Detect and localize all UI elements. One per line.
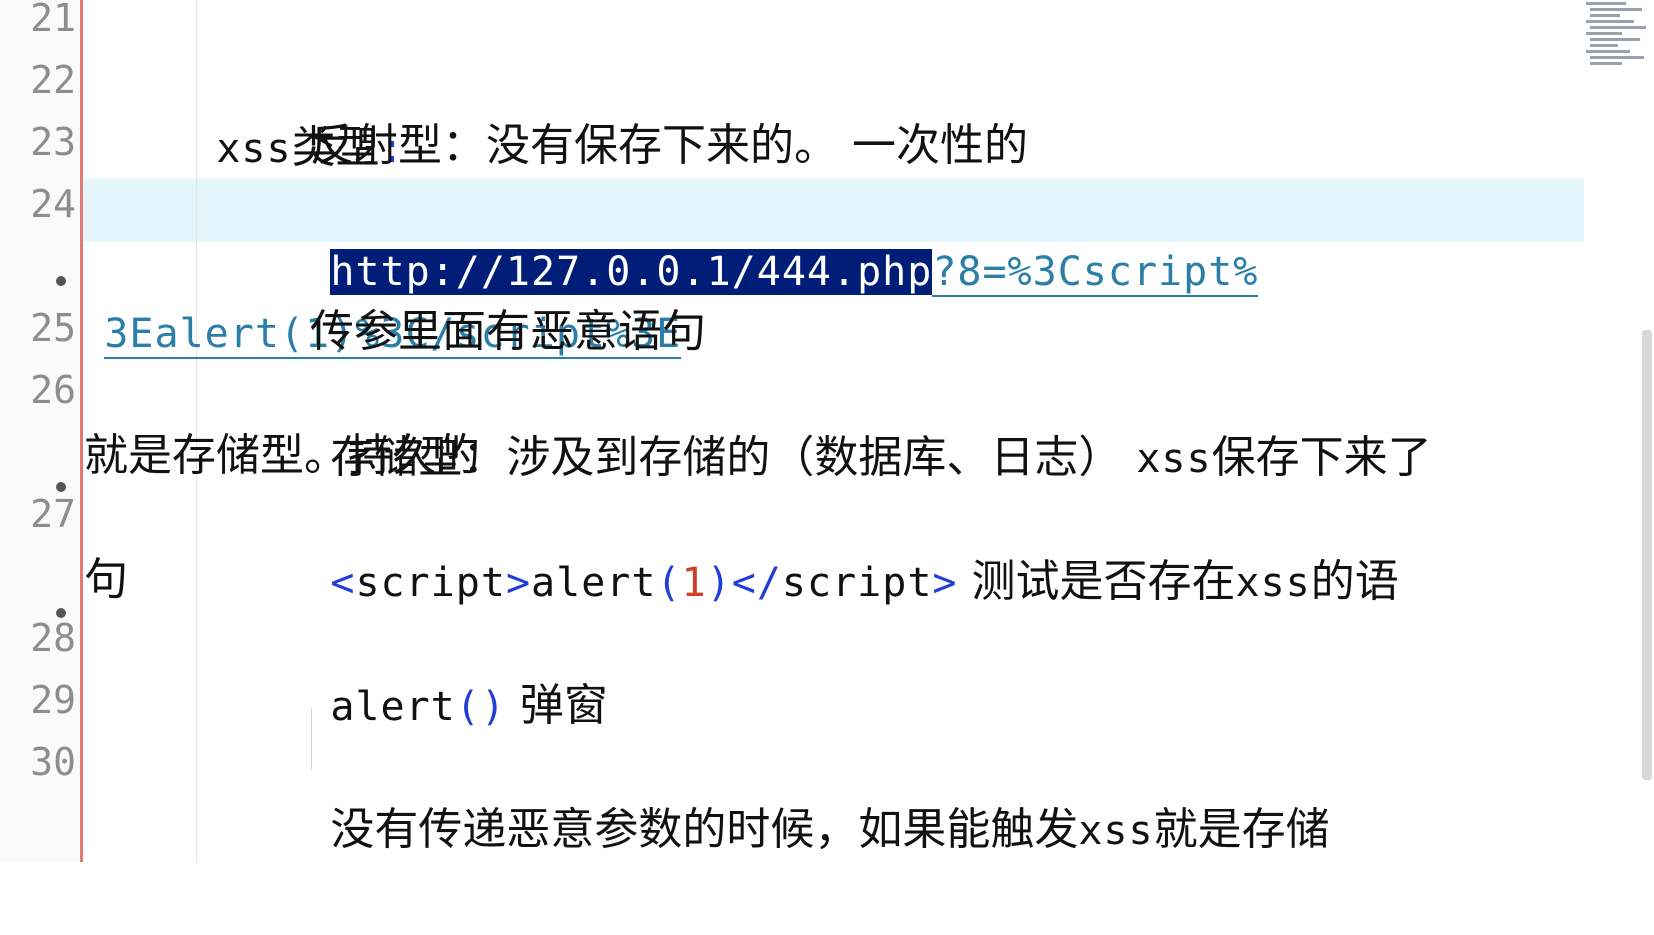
code-line-26-wrap[interactable]: 就是存储型。持久的 [84,424,480,488]
xss-word: xss [1078,808,1154,854]
tag-bracket: < [330,560,356,606]
code-editor[interactable]: 21 22 23 24 25 26 27 28 29 30 xss类型: 反射型… [0,0,1654,862]
gutter-border [80,0,83,862]
minimap-line [1586,20,1634,23]
code-line-27[interactable]: <script>alert(1)</script> 测试是否存在xss的语 [310,486,1398,607]
line-number: 22 [30,58,76,102]
tag-name: script [355,560,506,606]
number-literal: 1 [681,560,707,606]
line-number: 24 [30,182,76,226]
url-query[interactable]: ?8=%3Cscript% [932,249,1259,297]
minimap-line [1586,50,1630,53]
vertical-scrollbar[interactable] [1642,330,1652,780]
minimap-line [1586,32,1622,35]
wrap-marker [56,482,66,492]
minimap-line [1590,56,1644,59]
line-text: 测试是否存在 [957,556,1236,607]
line-number: 29 [30,678,76,722]
minimap-line [1590,44,1618,47]
line-number: 21 [30,0,76,40]
line-number: 30 [30,740,76,784]
minimap-line [1590,62,1622,65]
paren: () [455,684,506,730]
minimap-line [1590,8,1642,11]
code-line-30[interactable]: 没有传递恶意参数的时候，如果能触发xss就是存储 [310,734,1329,855]
code-line-28[interactable]: alert() 弹窗 [310,610,608,731]
paren: ) [706,560,732,606]
code-line-25[interactable]: 传参里面有恶意语句 [310,300,706,364]
wrap-marker [56,608,66,618]
line-number: 25 [30,306,76,350]
wrap-marker [56,276,66,286]
line-number: 23 [30,120,76,164]
code-line-24-wrap[interactable]: 3Ealert(1)%3C/script%3E [84,238,682,359]
line-text: 保存下来了 [1211,432,1432,483]
paren: ( [656,560,682,606]
line-text: 弹窗 [505,680,608,731]
code-line-24[interactable]: http://127.0.0.1/444.php?8=%3Cscript% [310,176,1259,297]
code-line-26[interactable]: 存储型：涉及到存储的（数据库、日志） xss保存下来了 [310,362,1431,483]
line-number: 27 [30,492,76,536]
tag-name: script [781,560,933,606]
tag-bracket: > [932,560,958,606]
tag-bracket: > [505,560,532,606]
xss-word: xss [216,126,292,172]
line-number: 26 [30,368,76,412]
line-text: 没有传递恶意参数的时候，如果能触发 [330,804,1079,855]
minimap-line [1590,38,1640,41]
line-text: 就是存储 [1153,804,1330,855]
line-text: 的语 [1310,556,1399,607]
xss-word: xss [1235,560,1311,606]
minimap-line [1590,14,1620,17]
minimap-line [1590,26,1646,29]
function-name: alert [330,684,456,730]
code-line-27-wrap[interactable]: 句 [84,548,128,612]
code-line-23[interactable]: 反射型：没有保存下来的。 一次性的 [310,114,1028,178]
function-name: alert [531,560,657,606]
minimap[interactable] [1582,0,1654,70]
code-line-22[interactable]: xss类型: [196,52,405,173]
minimap-line [1586,2,1626,5]
xss-word: xss [1136,436,1212,482]
tag-bracket: </ [731,560,782,606]
